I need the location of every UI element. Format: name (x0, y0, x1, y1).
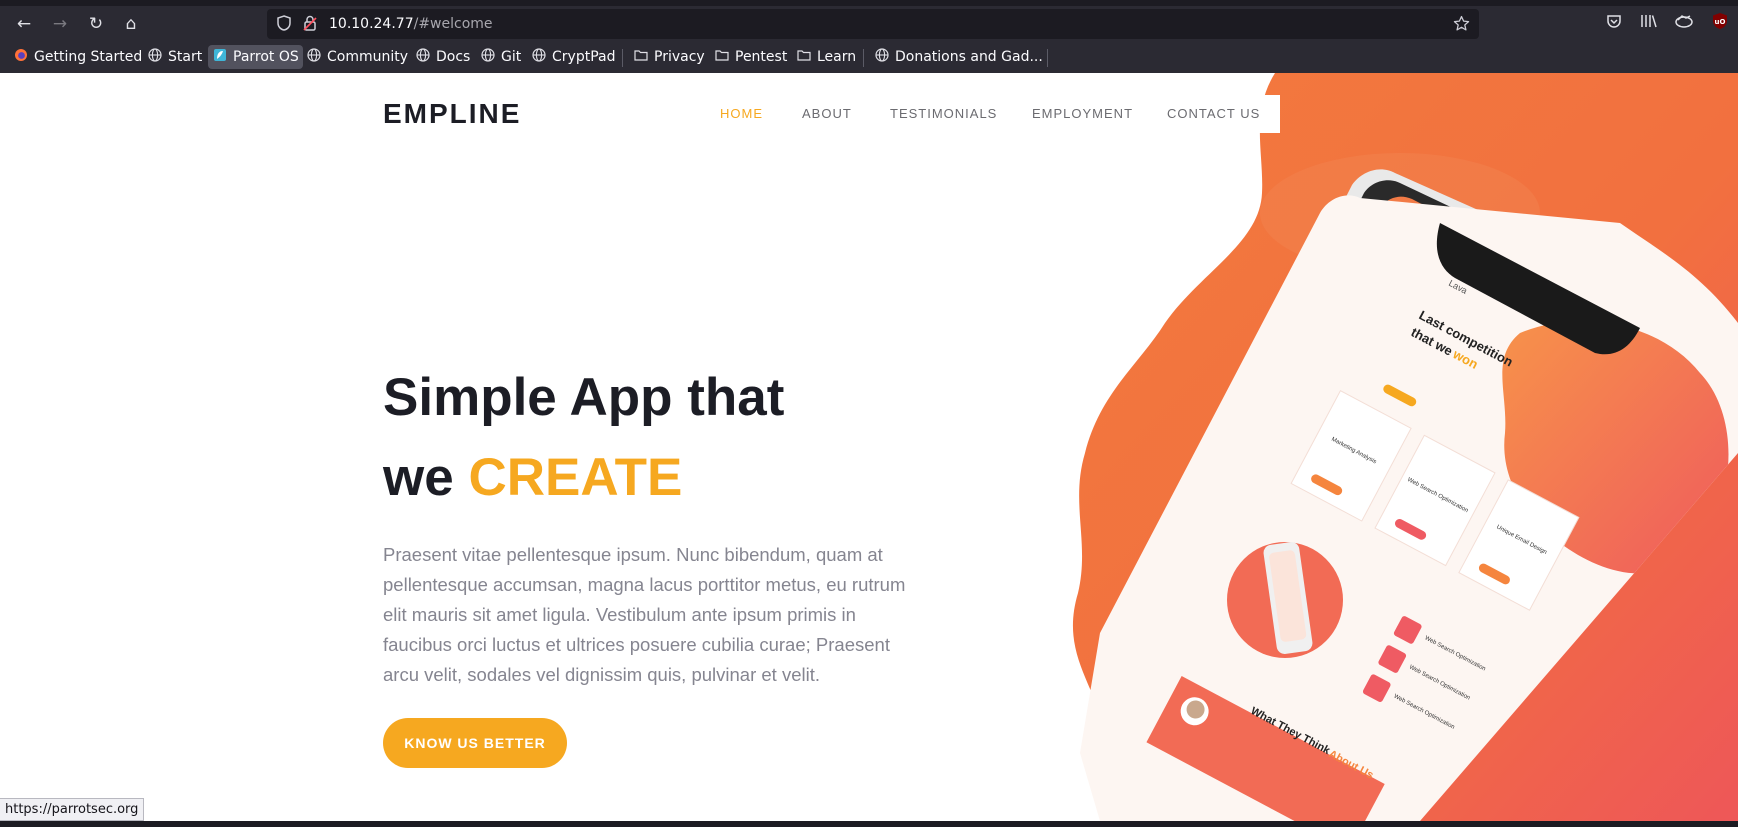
bookmark-git[interactable]: Git (476, 45, 525, 69)
bookmark-label: Privacy (654, 49, 705, 65)
back-button[interactable]: ← (12, 12, 36, 36)
url-path: /#welcome (413, 16, 493, 32)
globe-icon (147, 48, 163, 66)
know-us-better-button[interactable]: KNOW US BETTER (383, 718, 567, 768)
bookmark-label: Learn (817, 49, 857, 65)
folder-icon (796, 49, 812, 65)
site-navigation: HOME ABOUT TESTIMONIALS EMPLOYMENT CONTA… (704, 95, 1280, 133)
bookmark-label: Donations and Gad... (895, 49, 1043, 65)
headline-line-1: Simple App that (383, 368, 785, 427)
bookmark-separator (863, 49, 864, 67)
home-button[interactable]: ⌂ (119, 12, 143, 36)
nav-contact-us[interactable]: CONTACT US (1167, 106, 1260, 121)
bookmark-label: Git (501, 49, 522, 65)
url-host: 10.10.24.77 (329, 16, 414, 32)
site-logo[interactable]: EMPLINE (383, 98, 521, 130)
globe-icon (874, 48, 890, 66)
nav-about[interactable]: ABOUT (802, 106, 852, 121)
bookmark-label: Community (327, 49, 409, 65)
web-page: Marketing Analysis Web Search Optimizati… (0, 73, 1738, 821)
ublock-origin-icon[interactable]: uO (1708, 12, 1732, 36)
folder-icon (633, 49, 649, 65)
hero-paragraph: Praesent vitae pellentesque ipsum. Nunc … (383, 544, 906, 685)
link-status-bar: https://parrotsec.org (0, 798, 145, 821)
bookmark-start[interactable]: Start (143, 45, 206, 69)
shield-icon[interactable] (275, 15, 293, 33)
hero-background: Marketing Analysis Web Search Optimizati… (1072, 73, 1738, 821)
bookmark-folder-pentest[interactable]: Pentest (710, 45, 791, 69)
bookmark-parrot-os[interactable]: Parrot OS (208, 45, 303, 69)
globe-icon (480, 48, 496, 66)
forward-button[interactable]: → (48, 12, 72, 36)
svg-text:uO: uO (1715, 18, 1726, 26)
bookmark-cryptpad[interactable]: CryptPad (527, 45, 619, 69)
bookmark-star-icon[interactable] (1452, 15, 1470, 33)
bookmark-label: Docs (436, 49, 471, 65)
bookmark-separator (1047, 49, 1048, 67)
forward-arrow-icon: → (52, 14, 68, 34)
home-icon: ⌂ (125, 14, 137, 34)
bookmarks-toolbar: Getting Started Start Parrot OS Communit… (0, 41, 1738, 73)
globe-icon (306, 48, 322, 66)
reload-icon: ↻ (88, 14, 104, 34)
folder-icon (714, 49, 730, 65)
reload-button[interactable]: ↻ (84, 12, 108, 36)
bookmark-label: Start (168, 49, 203, 65)
extension-icon[interactable] (1672, 12, 1696, 36)
bookmark-label: Getting Started (34, 49, 143, 65)
bookmark-docs[interactable]: Docs (411, 45, 474, 69)
bookmark-community[interactable]: Community (302, 45, 412, 69)
bookmark-label: CryptPad (552, 49, 616, 65)
headline-we: we (383, 448, 454, 507)
pocket-icon[interactable] (1602, 12, 1626, 36)
bookmark-separator (622, 49, 623, 67)
bookmark-folder-learn[interactable]: Learn (792, 45, 860, 69)
url-text[interactable]: 10.10.24.77/#welcome (329, 16, 493, 32)
nav-employment[interactable]: EMPLOYMENT (1032, 106, 1133, 121)
url-bar[interactable]: 10.10.24.77/#welcome (267, 9, 1479, 39)
library-icon[interactable] (1637, 12, 1661, 36)
nav-testimonials[interactable]: TESTIMONIALS (890, 106, 997, 121)
insecure-lock-icon[interactable] (301, 15, 319, 33)
globe-icon (531, 48, 547, 66)
back-arrow-icon: ← (16, 14, 32, 34)
bookmark-label: Parrot OS (233, 49, 299, 65)
bookmark-donations[interactable]: Donations and Gad... (870, 45, 1047, 69)
nav-home[interactable]: HOME (720, 106, 763, 121)
browser-toolbar: ← → ↻ ⌂ 10.10.24.77/#welcome uO (0, 6, 1738, 41)
window-bottom-edge (0, 821, 1738, 827)
bookmark-getting-started[interactable]: Getting Started (9, 45, 146, 69)
firefox-icon (13, 48, 29, 66)
headline-accent: CREATE (468, 448, 683, 507)
parrot-icon (212, 48, 228, 66)
bookmark-label: Pentest (735, 49, 788, 65)
hero-headline: Simple App that we CREATE (383, 358, 784, 518)
headline-line-2: we CREATE (383, 438, 784, 518)
bookmark-folder-privacy[interactable]: Privacy (629, 45, 709, 69)
globe-icon (415, 48, 431, 66)
